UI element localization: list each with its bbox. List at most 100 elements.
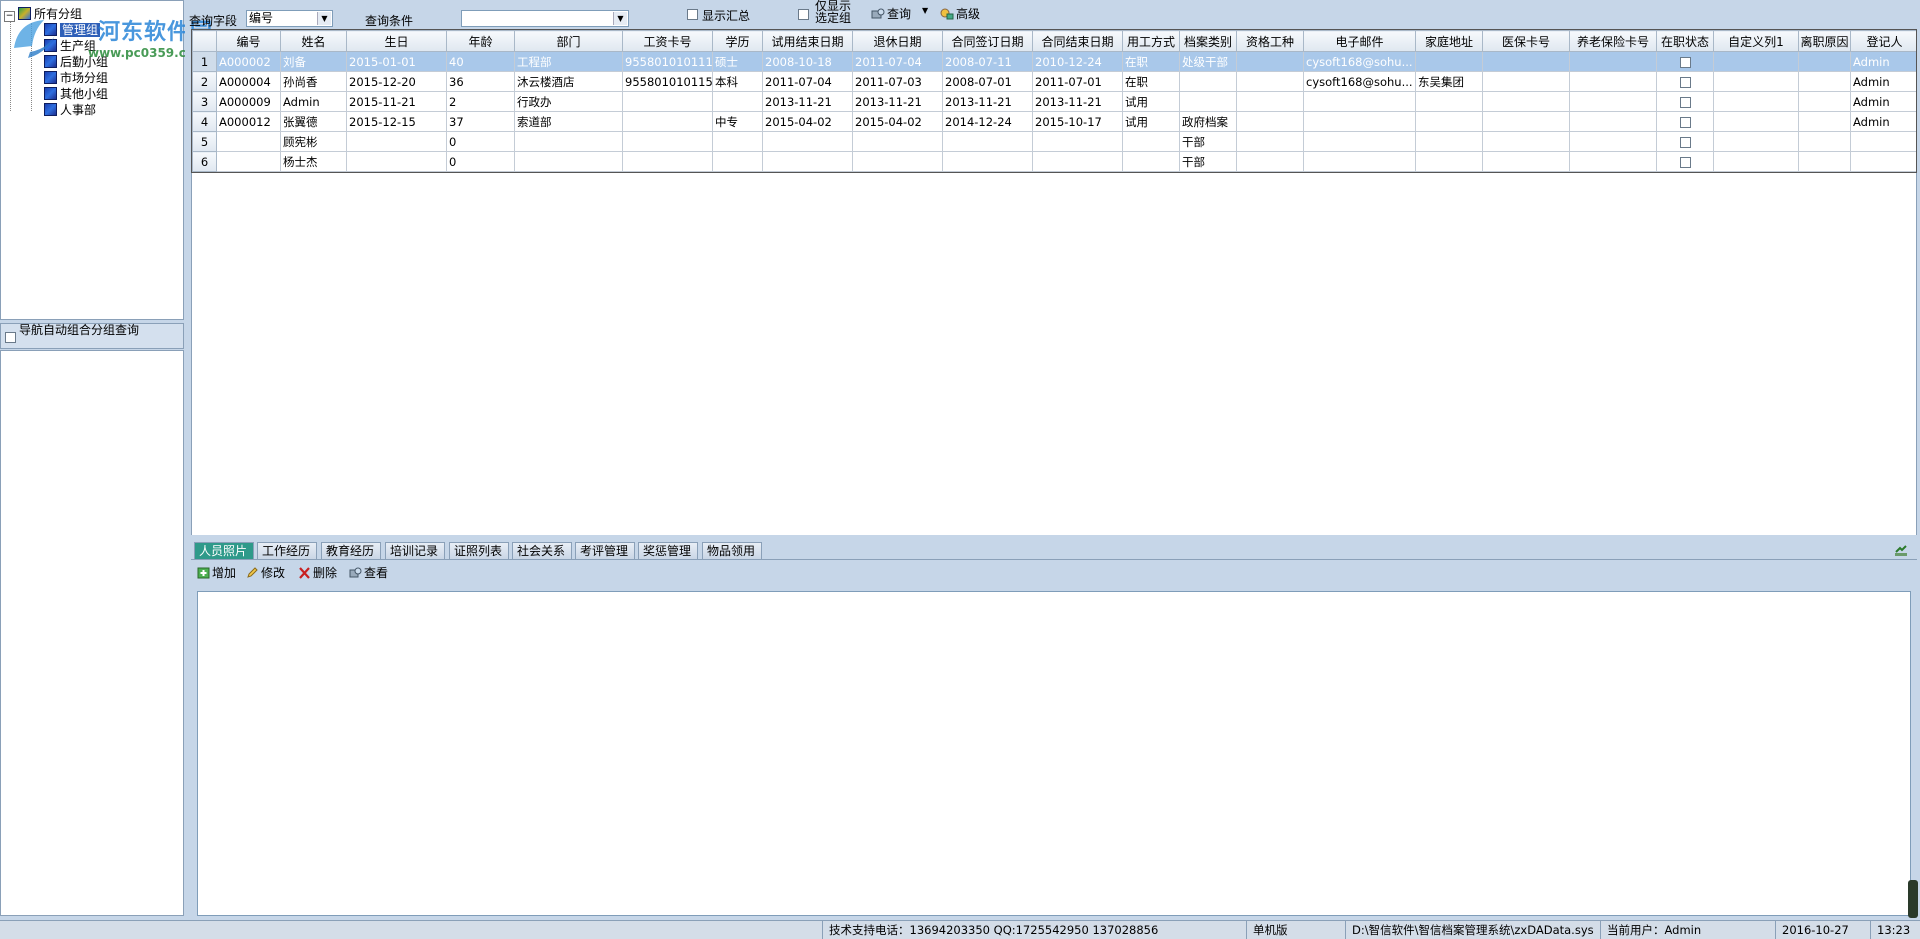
table-cell[interactable]: [852, 131, 943, 152]
table-cell[interactable]: 2008-07-01: [942, 71, 1033, 92]
table-cell[interactable]: [1798, 111, 1851, 132]
column-header[interactable]: 资格工种: [1236, 30, 1304, 52]
table-cell[interactable]: 杨士杰: [280, 151, 347, 172]
employment-status-cell[interactable]: [1656, 91, 1714, 112]
row-number[interactable]: 5: [192, 131, 217, 152]
table-cell[interactable]: [712, 131, 763, 152]
table-cell[interactable]: [1236, 151, 1304, 172]
column-header[interactable]: 登记人: [1850, 30, 1916, 52]
table-cell[interactable]: 顾宪彬: [280, 131, 347, 152]
table-cell[interactable]: 2013-11-21: [942, 91, 1033, 112]
table-cell[interactable]: [1569, 71, 1657, 92]
table-cell[interactable]: 2011-07-04: [762, 71, 853, 92]
employment-status-cell[interactable]: [1656, 51, 1714, 72]
table-cell[interactable]: 0: [446, 131, 515, 152]
table-cell[interactable]: [942, 151, 1033, 172]
tab-6[interactable]: 社会关系: [512, 542, 572, 559]
table-cell[interactable]: [346, 131, 447, 152]
table-cell[interactable]: [712, 91, 763, 112]
table-cell[interactable]: [1482, 51, 1570, 72]
table-cell[interactable]: A000009: [216, 91, 281, 112]
table-cell[interactable]: [1713, 131, 1799, 152]
table-cell[interactable]: 试用: [1122, 111, 1180, 132]
table-cell[interactable]: [622, 131, 713, 152]
employment-status-checkbox[interactable]: [1679, 136, 1691, 148]
table-cell[interactable]: [1482, 91, 1570, 112]
table-cell[interactable]: [1415, 91, 1483, 112]
advanced-button[interactable]: 高级: [940, 6, 980, 22]
query-button[interactable]: 查询: [871, 6, 911, 22]
tab-3[interactable]: 教育经历: [321, 542, 381, 559]
table-cell[interactable]: [1415, 111, 1483, 132]
employment-status-checkbox[interactable]: [1679, 116, 1691, 128]
auto-query-checkbox[interactable]: [5, 332, 16, 343]
column-header[interactable]: 养老保险卡号: [1569, 30, 1657, 52]
table-cell[interactable]: 2011-07-03: [852, 71, 943, 92]
table-cell[interactable]: [1236, 91, 1304, 112]
column-header[interactable]: 工资卡号: [622, 30, 713, 52]
employment-status-cell[interactable]: [1656, 111, 1714, 132]
table-cell[interactable]: [1032, 131, 1123, 152]
table-cell[interactable]: 在职: [1122, 51, 1180, 72]
tab-7[interactable]: 考评管理: [575, 542, 635, 559]
table-cell[interactable]: [1303, 91, 1416, 112]
column-header[interactable]: 退休日期: [852, 30, 943, 52]
table-row[interactable]: 3 A000009 Admin 2015-11-21 2 行政办 2013-11-21 201…: [192, 91, 1916, 112]
table-cell[interactable]: [514, 131, 623, 152]
table-row[interactable]: 2 A000004 孙尚香 2015-12-20 36 沐云楼酒店 955801010115…: [192, 71, 1916, 92]
table-cell[interactable]: [762, 131, 853, 152]
column-header[interactable]: 医保卡号: [1482, 30, 1570, 52]
table-cell[interactable]: [852, 151, 943, 172]
table-cell[interactable]: [1236, 131, 1304, 152]
table-cell[interactable]: [1236, 111, 1304, 132]
table-cell[interactable]: [346, 151, 447, 172]
auto-query-option[interactable]: 导航自动组合分组查询: [0, 323, 184, 349]
column-header[interactable]: 档案类别: [1179, 30, 1237, 52]
row-number[interactable]: 4: [192, 111, 217, 132]
table-cell[interactable]: [1713, 71, 1799, 92]
table-cell[interactable]: [1798, 131, 1851, 152]
tab-1[interactable]: 人员照片: [194, 542, 254, 559]
column-header[interactable]: 年龄: [446, 30, 515, 52]
dropdown-arrow-icon[interactable]: ▼: [317, 12, 331, 25]
table-cell[interactable]: [1482, 111, 1570, 132]
table-cell[interactable]: 政府档案: [1179, 111, 1237, 132]
table-cell[interactable]: [1569, 51, 1657, 72]
table-cell[interactable]: 中专: [712, 111, 763, 132]
query-condition-select[interactable]: ▼: [461, 10, 629, 27]
tab-8[interactable]: 奖惩管理: [638, 542, 698, 559]
show-summary-checkbox[interactable]: [687, 9, 698, 20]
table-cell[interactable]: [622, 111, 713, 132]
table-cell[interactable]: [622, 151, 713, 172]
table-cell[interactable]: 2011-07-04: [852, 51, 943, 72]
table-cell[interactable]: [1122, 151, 1180, 172]
column-header[interactable]: 用工方式: [1122, 30, 1180, 52]
table-cell[interactable]: [216, 131, 281, 152]
table-cell[interactable]: 索道部: [514, 111, 623, 132]
tab-settings-icon[interactable]: [1894, 543, 1908, 557]
column-header[interactable]: 家庭地址: [1415, 30, 1483, 52]
column-header[interactable]: 合同签订日期: [942, 30, 1033, 52]
table-cell[interactable]: [1850, 131, 1916, 152]
employment-status-checkbox[interactable]: [1679, 56, 1691, 68]
view-button[interactable]: 查看: [349, 565, 388, 581]
table-cell[interactable]: [1569, 91, 1657, 112]
table-cell[interactable]: [1032, 151, 1123, 172]
table-cell[interactable]: [942, 131, 1033, 152]
detail-content-area[interactable]: [197, 591, 1911, 916]
tree-item-hr[interactable]: 人事部: [44, 102, 96, 118]
table-cell[interactable]: [1303, 131, 1416, 152]
dropdown-arrow-icon[interactable]: ▼: [613, 12, 627, 25]
table-cell[interactable]: [1569, 131, 1657, 152]
table-cell[interactable]: [1798, 151, 1851, 172]
table-cell[interactable]: [1303, 111, 1416, 132]
table-cell[interactable]: 2013-11-21: [852, 91, 943, 112]
table-cell[interactable]: 2014-12-24: [942, 111, 1033, 132]
column-header[interactable]: 部门: [514, 30, 623, 52]
employee-grid[interactable]: 编号 姓名 生日 年龄 部门 工资卡号 学历 试用结束日期 退休日期 合同签订日期 合同结束日期 用工…: [191, 29, 1917, 173]
table-cell[interactable]: 孙尚香: [280, 71, 347, 92]
table-cell[interactable]: 2008-07-11: [942, 51, 1033, 72]
table-row[interactable]: 4 A000012 张翼德 2015-12-15 37 索道部 中专 2015-04-02 20…: [192, 111, 1916, 132]
show-selected-checkbox[interactable]: [798, 9, 809, 20]
table-cell[interactable]: [1303, 151, 1416, 172]
